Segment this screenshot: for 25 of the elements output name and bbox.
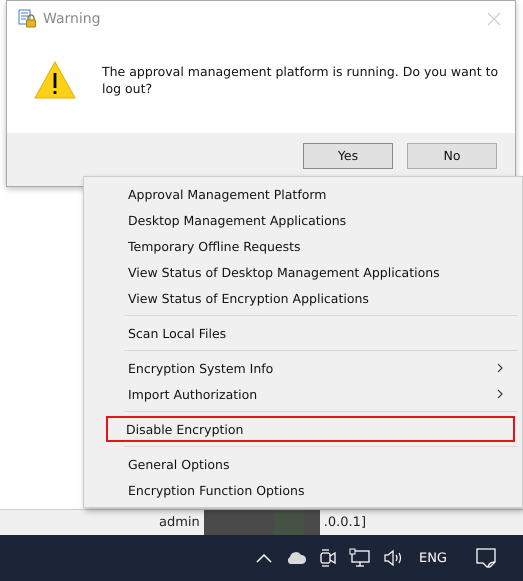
camera-icon[interactable]	[318, 548, 337, 568]
menu-item[interactable]: Approval Management Platform	[86, 181, 520, 207]
dialog-button[interactable]: Yes	[303, 142, 393, 168]
speaker-icon[interactable]	[382, 549, 403, 567]
menu-item[interactable]: Disable Encryption	[106, 416, 515, 442]
menu-item[interactable]: Encryption Function Options	[86, 477, 520, 503]
network-monitor-icon[interactable]	[348, 548, 371, 568]
document-lock-icon	[17, 9, 37, 29]
menu-item[interactable]: General Options	[86, 451, 520, 477]
menu-item[interactable]: Desktop Management Applications	[86, 207, 520, 233]
window-title: Warning	[43, 11, 101, 27]
warning-icon	[34, 61, 76, 99]
table-cell-text: admin	[158, 515, 201, 530]
dialog-message: The approval management platform is running. Do you want to log out?	[102, 63, 500, 97]
menu-item[interactable]: Encryption System Info	[86, 355, 520, 381]
chevron-up-icon[interactable]	[254, 552, 273, 564]
table-cell-text: .0.0.1]	[322, 515, 368, 530]
menu-item[interactable]: View Status of Desktop Management Applications	[86, 259, 520, 285]
dialog-button[interactable]: No	[407, 142, 497, 168]
menu-item[interactable]: Temporary Offline Requests	[86, 233, 520, 259]
menu-item[interactable]: View Status of Encryption Applications	[86, 285, 520, 311]
menu-item[interactable]: Scan Local Files	[86, 320, 520, 346]
notification-icon[interactable]	[475, 547, 497, 569]
menu-item[interactable]: Import Authorization	[86, 381, 520, 407]
language-indicator[interactable]: ENG	[418, 550, 447, 566]
